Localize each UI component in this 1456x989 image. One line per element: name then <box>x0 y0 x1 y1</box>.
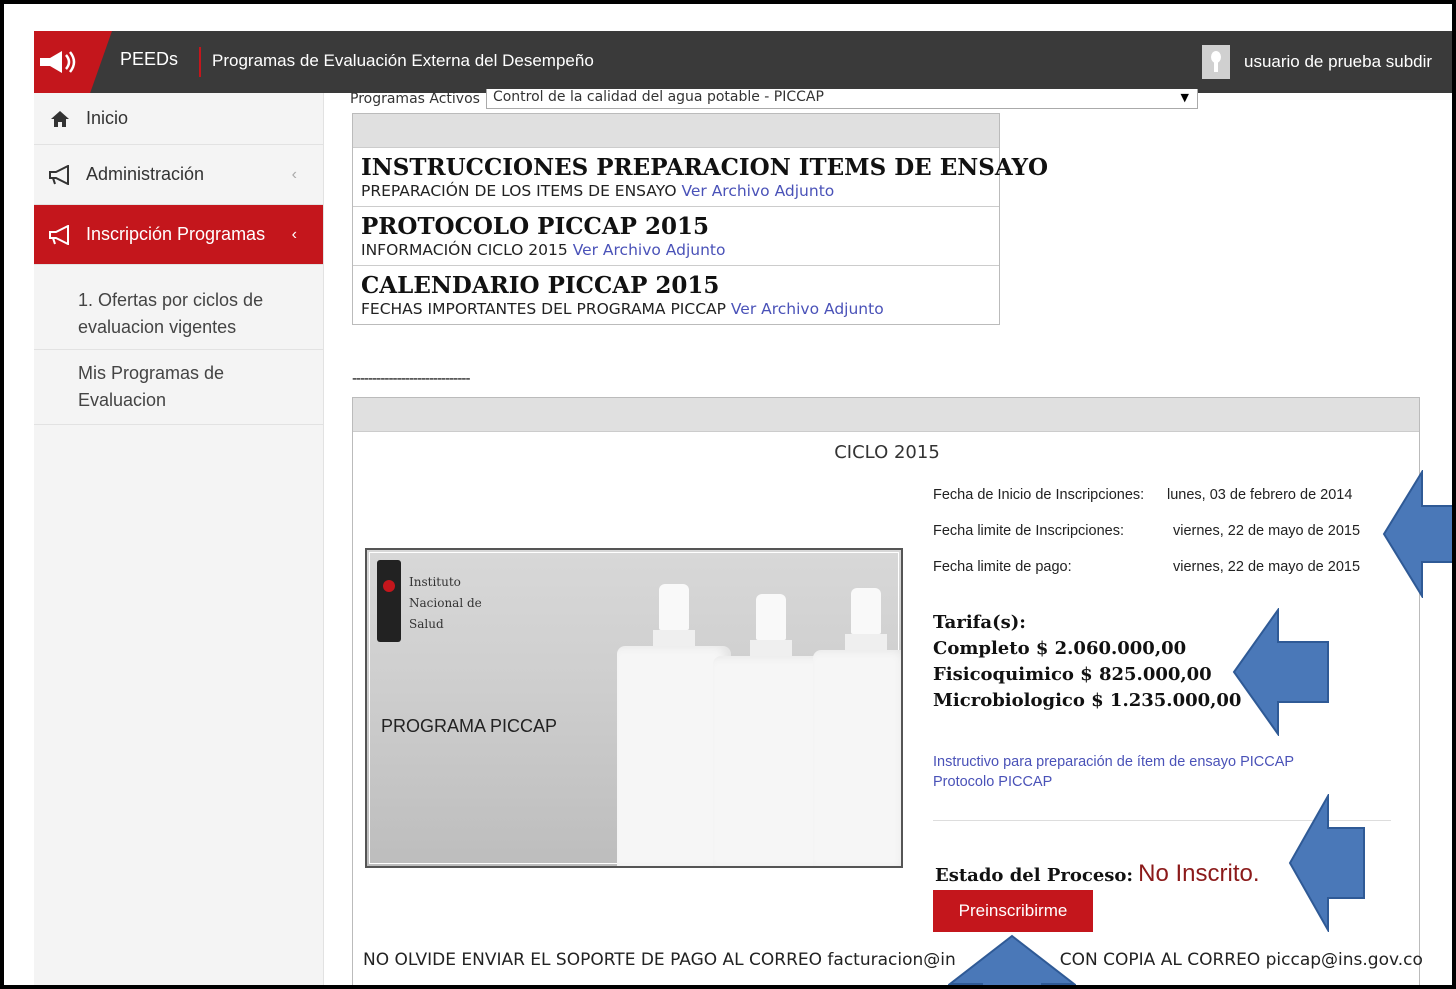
document-title: PROTOCOLO PICCAP 2015 <box>361 213 709 240</box>
app-logo[interactable] <box>34 31 112 93</box>
programs-selected-value: Control de la calidad del agua potable -… <box>492 89 824 105</box>
document-row: INSTRUCCIONES PREPARACION ITEMS DE ENSAY… <box>353 148 1049 207</box>
sidebar-subitem-mis-programas[interactable]: Mis Programas de Evaluacion <box>34 350 323 425</box>
status-value: No Inscrito. <box>1138 860 1260 887</box>
payment-note: NO OLVIDE ENVIAR EL SOPORTE DE PAGO AL C… <box>363 950 1423 970</box>
tarifas-block: Tarifa(s): Completo $ 2.060.000,00 Fisic… <box>933 610 1241 714</box>
document-description: INFORMACIÓN CICLO 2015 Ver Archivo Adjun… <box>361 241 726 259</box>
document-row: CALENDARIO PICCAP 2015 FECHAS IMPORTANTE… <box>353 266 999 324</box>
sidebar-item-label: Administración <box>86 164 205 184</box>
document-title: CALENDARIO PICCAP 2015 <box>361 272 720 299</box>
bottle-cap <box>851 588 881 634</box>
sidebar: Inicio Administración ‹ Inscripción Prog… <box>34 93 324 985</box>
attachment-link[interactable]: Ver Archivo Adjunto <box>731 300 884 318</box>
attachment-link[interactable]: Ver Archivo Adjunto <box>573 241 726 259</box>
megaphone-icon <box>44 164 76 185</box>
instruction-links: Instructivo para preparación de ítem de … <box>933 752 1294 792</box>
megaphone-logo-icon <box>40 51 76 73</box>
status-label: Estado del Proceso: <box>935 865 1134 886</box>
programs-selector-row: Programas Activos Control de la calidad … <box>350 89 1198 109</box>
top-navbar: PEEDs Programas de Evaluación Externa de… <box>34 31 1452 93</box>
product-image: Instituto Nacional de Salud PROGRAMA PIC… <box>365 548 903 868</box>
tarifas-title: Tarifa(s): <box>933 612 1026 633</box>
megaphone-icon <box>44 224 76 245</box>
main-content: Programas Activos Control de la calidad … <box>324 89 1452 985</box>
image-program-label: PROGRAMA PICCAP <box>381 716 558 736</box>
sidebar-subitem-ofertas[interactable]: 1. Ofertas por ciclos de evaluacion vige… <box>34 265 323 350</box>
dropdown-arrow-icon: ▼ <box>1180 91 1189 104</box>
chevron-left-icon: ‹ <box>291 225 297 243</box>
tarifa-item: Fisicoquimico $ 825.000,00 <box>933 664 1212 685</box>
tarifa-item: Completo $ 2.060.000,00 <box>933 638 1187 659</box>
screenshot-frame: PEEDs Programas de Evaluación Externa de… <box>0 0 1456 989</box>
tarifa-item: Microbiologico $ 1.235.000,00 <box>933 690 1242 711</box>
home-icon <box>44 110 76 128</box>
programs-select[interactable]: Control de la calidad del agua potable -… <box>485 89 1198 109</box>
document-row: PROTOCOLO PICCAP 2015 INFORMACIÓN CICLO … <box>353 207 999 266</box>
documents-table-header <box>353 114 999 148</box>
sidebar-item-label: Inicio <box>86 108 129 128</box>
brand-subtitle: Programas de Evaluación Externa del Dese… <box>212 51 594 70</box>
annotation-arrow-up-icon <box>948 934 1076 985</box>
separator-line: ----------------------------- <box>352 371 471 387</box>
brand-divider <box>199 47 201 77</box>
institute-logo-icon <box>377 560 401 642</box>
registration-dates: Fecha de Inicio de Inscripciones: lunes, … <box>933 482 1360 590</box>
bottle-cap <box>659 584 689 630</box>
sidebar-item-inscripcion-programas[interactable]: Inscripción Programas ‹ <box>34 205 323 265</box>
sidebar-item-inicio[interactable]: Inicio <box>34 93 323 145</box>
document-description: FECHAS IMPORTANTES DEL PROGRAMA PICCAP V… <box>361 300 884 318</box>
bottle <box>813 650 901 866</box>
annotation-arrow-left-icon <box>1382 470 1452 598</box>
brand-name[interactable]: PEEDs <box>120 49 178 70</box>
process-status: Estado del Proceso: No Inscrito. <box>935 860 1260 888</box>
institute-name: Instituto Nacional de Salud <box>409 575 482 631</box>
date-row: Fecha de Inicio de Inscripciones: lunes, … <box>933 487 1353 503</box>
annotation-arrow-left-icon <box>1288 794 1365 932</box>
document-title: INSTRUCCIONES PREPARACION ITEMS DE ENSAY… <box>361 154 1049 181</box>
date-row: Fecha limite de Inscripciones: viernes, 2… <box>933 523 1361 539</box>
chevron-left-icon: ‹ <box>291 165 297 183</box>
sidebar-item-administracion[interactable]: Administración ‹ <box>34 145 323 205</box>
instructivo-link[interactable]: Instructivo para preparación de ítem de … <box>933 752 1294 772</box>
annotation-arrow-left-icon <box>1232 608 1329 736</box>
attachment-link[interactable]: Ver Archivo Adjunto <box>681 182 834 200</box>
ciclo-title: CICLO 2015 <box>834 442 940 463</box>
programs-label: Programas Activos <box>350 91 480 107</box>
preinscribirme-button[interactable]: Preinscribirme <box>933 890 1093 932</box>
bottle-cap <box>756 594 786 640</box>
user-avatar-icon <box>1202 45 1230 79</box>
date-row: Fecha limite de pago: viernes, 22 de mayo… <box>933 559 1361 575</box>
document-description: PREPARACIÓN DE LOS ITEMS DE ENSAYO Ver A… <box>361 182 835 200</box>
user-name: usuario de prueba subdir <box>1244 52 1433 71</box>
documents-table: INSTRUCCIONES PREPARACION ITEMS DE ENSAY… <box>352 113 1049 325</box>
sidebar-item-label: Inscripción Programas <box>86 224 266 244</box>
user-menu[interactable]: usuario de prueba subdir <box>1202 45 1432 79</box>
ciclo-panel-header <box>353 398 1419 432</box>
protocolo-link[interactable]: Protocolo PICCAP <box>933 772 1294 792</box>
